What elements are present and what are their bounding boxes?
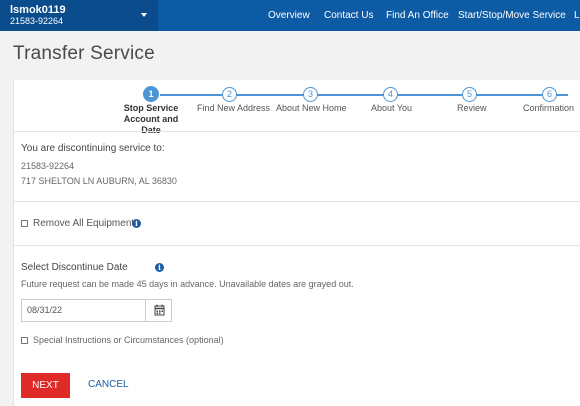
step-4-circle: 4 [383,87,398,102]
divider [14,245,580,246]
top-navigation-bar: lsmok0119 21583-92264 Overview Contact U… [0,0,580,31]
calendar-icon [154,304,165,316]
step-6-label: Confirmation [523,103,575,113]
next-button[interactable]: NEXT [21,373,70,398]
account-selector[interactable]: lsmok0119 21583-92264 [0,0,158,31]
chevron-down-icon [141,13,147,17]
account-username: lsmok0119 [10,4,66,16]
discontinue-date-input[interactable]: 08/31/22 [21,299,146,322]
discontinue-address: 717 SHELTON LN AUBURN, AL 36830 [21,176,177,186]
special-instructions-label: Special Instructions or Circumstances (o… [33,335,224,345]
discontinue-date-note: Future request can be made 45 days in ad… [21,279,354,289]
special-instructions-checkbox[interactable] [21,337,28,344]
account-number: 21583-92264 [10,16,64,26]
step-5-label: Review [457,103,487,113]
step-2-circle: 2 [222,87,237,102]
nav-overview[interactable]: Overview [268,10,310,21]
calendar-button[interactable] [145,299,172,322]
step-4-label: About You [371,103,413,113]
step-1-circle: 1 [143,86,159,102]
cancel-button[interactable]: CANCEL [88,379,129,390]
info-icon[interactable]: i [132,219,141,228]
discontinue-heading: You are discontinuing service to: [21,143,165,154]
discontinue-account-number: 21583-92264 [21,161,75,171]
step-2-label: Find New Address [197,103,271,113]
step-3-label: About New Home [276,103,347,113]
nav-item-cut-off[interactable]: L [574,10,580,21]
transfer-form-card [13,80,580,406]
nav-find-an-office[interactable]: Find An Office [386,10,449,21]
step-3-circle: 3 [303,87,318,102]
divider [14,131,580,132]
remove-equipment-label: Remove All Equipment [33,218,135,229]
step-6-circle: 6 [542,87,557,102]
step-5-circle: 5 [462,87,477,102]
page-title: Transfer Service [13,43,155,64]
nav-start-stop-move-service[interactable]: Start/Stop/Move Service [458,10,566,21]
divider [14,201,580,202]
discontinue-date-label: Select Discontinue Date [21,262,128,273]
remove-equipment-checkbox[interactable] [21,220,28,227]
info-icon[interactable]: i [155,263,164,272]
nav-contact-us[interactable]: Contact Us [324,10,373,21]
